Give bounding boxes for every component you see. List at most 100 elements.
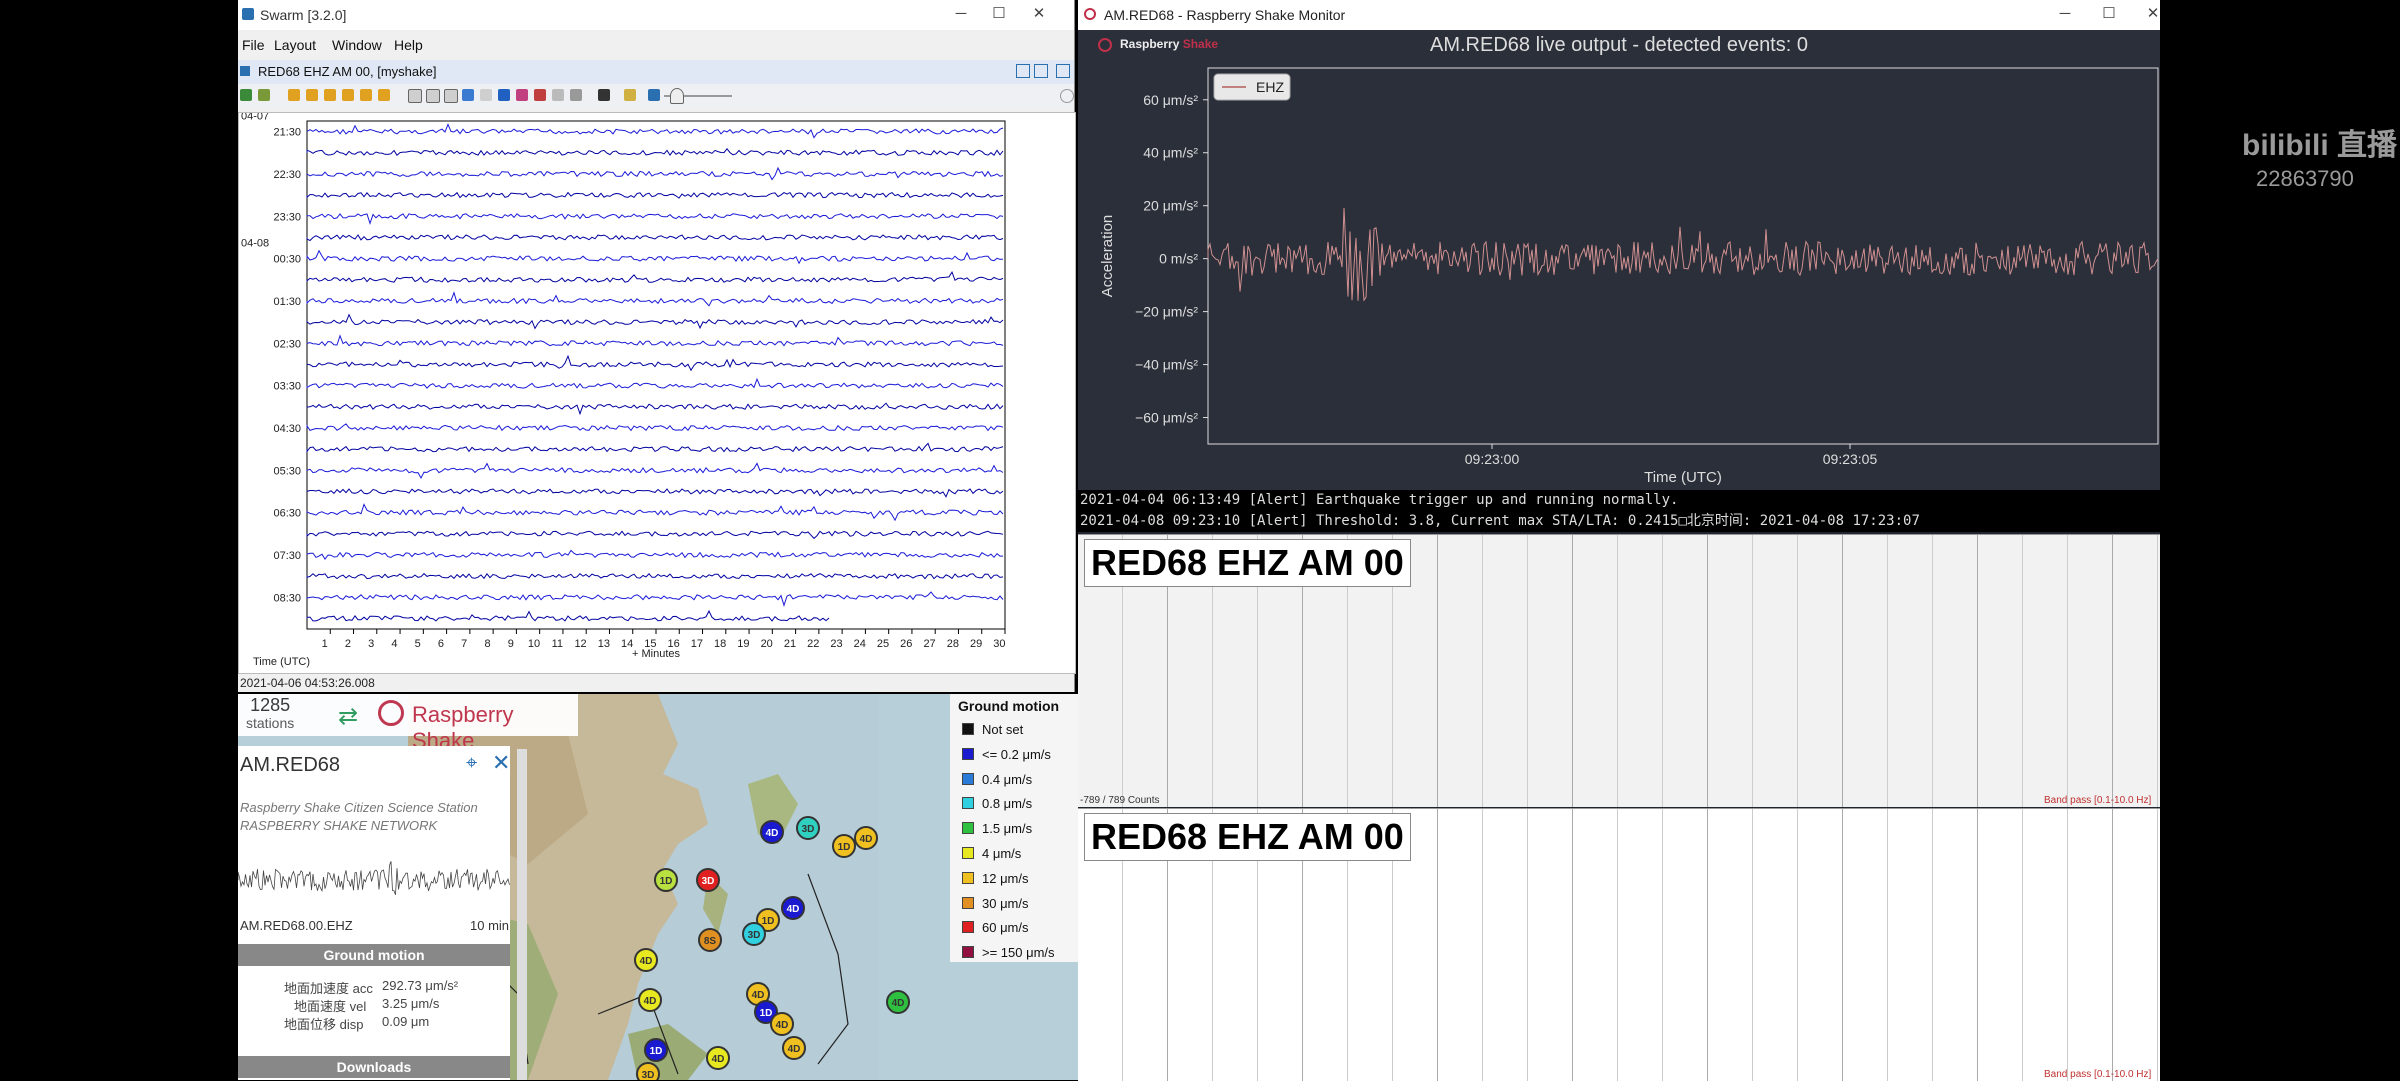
copy-icon[interactable]	[552, 89, 564, 101]
downloads-button[interactable]: Downloads	[238, 1056, 510, 1078]
zoom-in-icon[interactable]	[408, 89, 422, 103]
capture-tool-icon[interactable]	[258, 89, 270, 101]
heli-x-tick-label: 21	[784, 638, 796, 650]
grid-line	[1887, 535, 1888, 807]
restore-frame-icon[interactable]	[1016, 64, 1030, 78]
time-tool-icon[interactable]	[378, 89, 390, 101]
station-marker[interactable]: 8S	[698, 928, 722, 952]
legend-swatch	[962, 847, 974, 859]
heli-x-tick-label: 30	[993, 638, 1005, 650]
station-marker[interactable]: 4D	[638, 988, 662, 1012]
station-marker[interactable]: 4D	[770, 1012, 794, 1036]
monitor-minimize-icon[interactable]: ─	[2054, 4, 2076, 24]
monitor-maximize-icon[interactable]: ☐	[2098, 4, 2120, 24]
heli-x-tick-label: 1	[322, 638, 328, 650]
grid-line	[1662, 535, 1663, 807]
grid-line	[1932, 535, 1933, 807]
grid-line	[2112, 809, 2113, 1081]
station-marker[interactable]: 4D	[781, 896, 805, 920]
clear-icon[interactable]	[570, 89, 582, 101]
station-marker[interactable]: 4D	[886, 990, 910, 1014]
live-y-tick-label: −20 μm/s²	[1135, 304, 1198, 320]
slider-thumb[interactable]	[670, 88, 684, 104]
legend-item: 0.8 μm/s	[962, 796, 1032, 814]
swarm-app-icon	[242, 8, 254, 20]
waveform-panel-1[interactable]: RED68 EHZ AM 00 -789 / 789 Counts Band p…	[1078, 534, 2160, 807]
close-icon[interactable]: ✕	[1028, 4, 1050, 24]
monitor-close-icon[interactable]: ✕	[2142, 4, 2164, 24]
grid-line	[1437, 809, 1438, 1081]
swap-icon[interactable]: ⇄	[338, 702, 358, 731]
heli-x-tick-label: 20	[761, 638, 773, 650]
minimize-icon[interactable]: ─	[950, 4, 972, 24]
live-y-label: Acceleration	[1099, 215, 1116, 298]
grid-line	[1797, 535, 1798, 807]
station-trace	[238, 861, 510, 895]
close-frame-icon[interactable]	[1056, 64, 1070, 78]
close-panel-icon[interactable]: ✕	[492, 750, 510, 776]
forward-tool-icon[interactable]	[306, 89, 318, 101]
station-marker[interactable]: 4D	[706, 1046, 730, 1070]
menu-layout[interactable]: Layout	[274, 37, 316, 53]
station-marker[interactable]: 3D	[796, 816, 820, 840]
waveform-panel-2[interactable]: RED68 EHZ AM 00 Band pass [0.1-10.0 Hz]	[1078, 808, 2160, 1081]
legend-label: 0.8 μm/s	[982, 796, 1033, 812]
record-icon[interactable]	[534, 89, 546, 101]
camera-icon[interactable]	[598, 89, 610, 101]
back-tool-icon[interactable]	[288, 89, 300, 101]
spectra-icon[interactable]	[480, 89, 492, 101]
vel-value: 3.25 μm/s	[382, 996, 440, 1011]
menu-file[interactable]: File	[242, 37, 265, 53]
raspberry-shake-logo-icon	[378, 700, 404, 726]
heli-x-tick-label: 7	[461, 638, 467, 650]
zoom-out-icon[interactable]	[426, 89, 440, 103]
locate-icon[interactable]: ⌖	[466, 752, 477, 775]
spectrogram-icon[interactable]	[498, 89, 510, 101]
helicorder-subtitle: RED68 EHZ AM 00, [myshake]	[258, 64, 437, 79]
menu-window[interactable]: Window	[332, 37, 382, 53]
station-marker[interactable]: 4D	[760, 820, 784, 844]
maximize-icon[interactable]: ☐	[988, 4, 1010, 24]
settings-tool-icon[interactable]	[240, 89, 252, 101]
legend-swatch	[962, 772, 974, 785]
station-panel: AM.RED68 ⌖ ✕ Raspberry Shake Citizen Sci…	[238, 746, 510, 1080]
refresh-icon[interactable]	[648, 89, 660, 101]
station-marker[interactable]: 1D	[644, 1038, 668, 1062]
heli-x-tick-label: 23	[830, 638, 842, 650]
station-marker[interactable]: 4D	[782, 1036, 806, 1060]
grid-line	[1527, 809, 1528, 1081]
live-plot[interactable]: Raspberry Shake AM.RED68 live output - d…	[1078, 30, 2160, 490]
helicorder-plot[interactable]: 21:30 04-07 22:30 23:30 00:30 04-08 01:30 02:30…	[238, 112, 1076, 674]
wave-view-icon[interactable]	[462, 89, 474, 101]
trace-duration: 10 min	[470, 918, 510, 933]
station-marker[interactable]: 3D	[742, 922, 766, 946]
disp-label: 地面位移 disp	[284, 1017, 364, 1032]
station-marker[interactable]: 3D	[696, 868, 720, 892]
panel-scrollbar[interactable]	[517, 749, 527, 1080]
heli-date-label: 04-08	[241, 238, 269, 250]
legend-swatch	[962, 797, 974, 810]
station-marker[interactable]: 1D	[832, 834, 856, 858]
expand-tool-icon[interactable]	[342, 89, 354, 101]
heli-x-tick-label: 13	[598, 638, 610, 650]
station-marker[interactable]: 4D	[854, 826, 878, 850]
maximize-frame-icon[interactable]	[1034, 64, 1048, 78]
scale-icon[interactable]	[444, 89, 458, 103]
station-marker[interactable]: 1D	[654, 868, 678, 892]
station-marker[interactable]: 3D	[636, 1062, 660, 1080]
heli-row-label: 03:30	[273, 381, 301, 393]
tag-icon[interactable]	[624, 89, 636, 101]
panel-2-band: Band pass [0.1-10.0 Hz]	[2044, 1069, 2152, 1080]
heli-x-tick-label: 8	[484, 638, 490, 650]
menu-help[interactable]: Help	[394, 37, 423, 53]
station-marker[interactable]: 4D	[634, 948, 658, 972]
live-x-label: Time (UTC)	[1644, 469, 1722, 486]
legend-swatch	[962, 822, 974, 835]
heli-x-tick-label: 12	[574, 638, 586, 650]
particle-motion-icon[interactable]	[516, 89, 528, 101]
compress-tool-icon[interactable]	[324, 89, 336, 101]
heli-row-label: 02:30	[273, 338, 301, 350]
helicorder-subtitle-bar: RED68 EHZ AM 00, [myshake]	[238, 60, 1074, 84]
station-map[interactable]: 1285 stations ⇄ Raspberry Shake AM.RED68…	[238, 694, 1078, 1080]
clip-tool-icon[interactable]	[360, 89, 372, 101]
